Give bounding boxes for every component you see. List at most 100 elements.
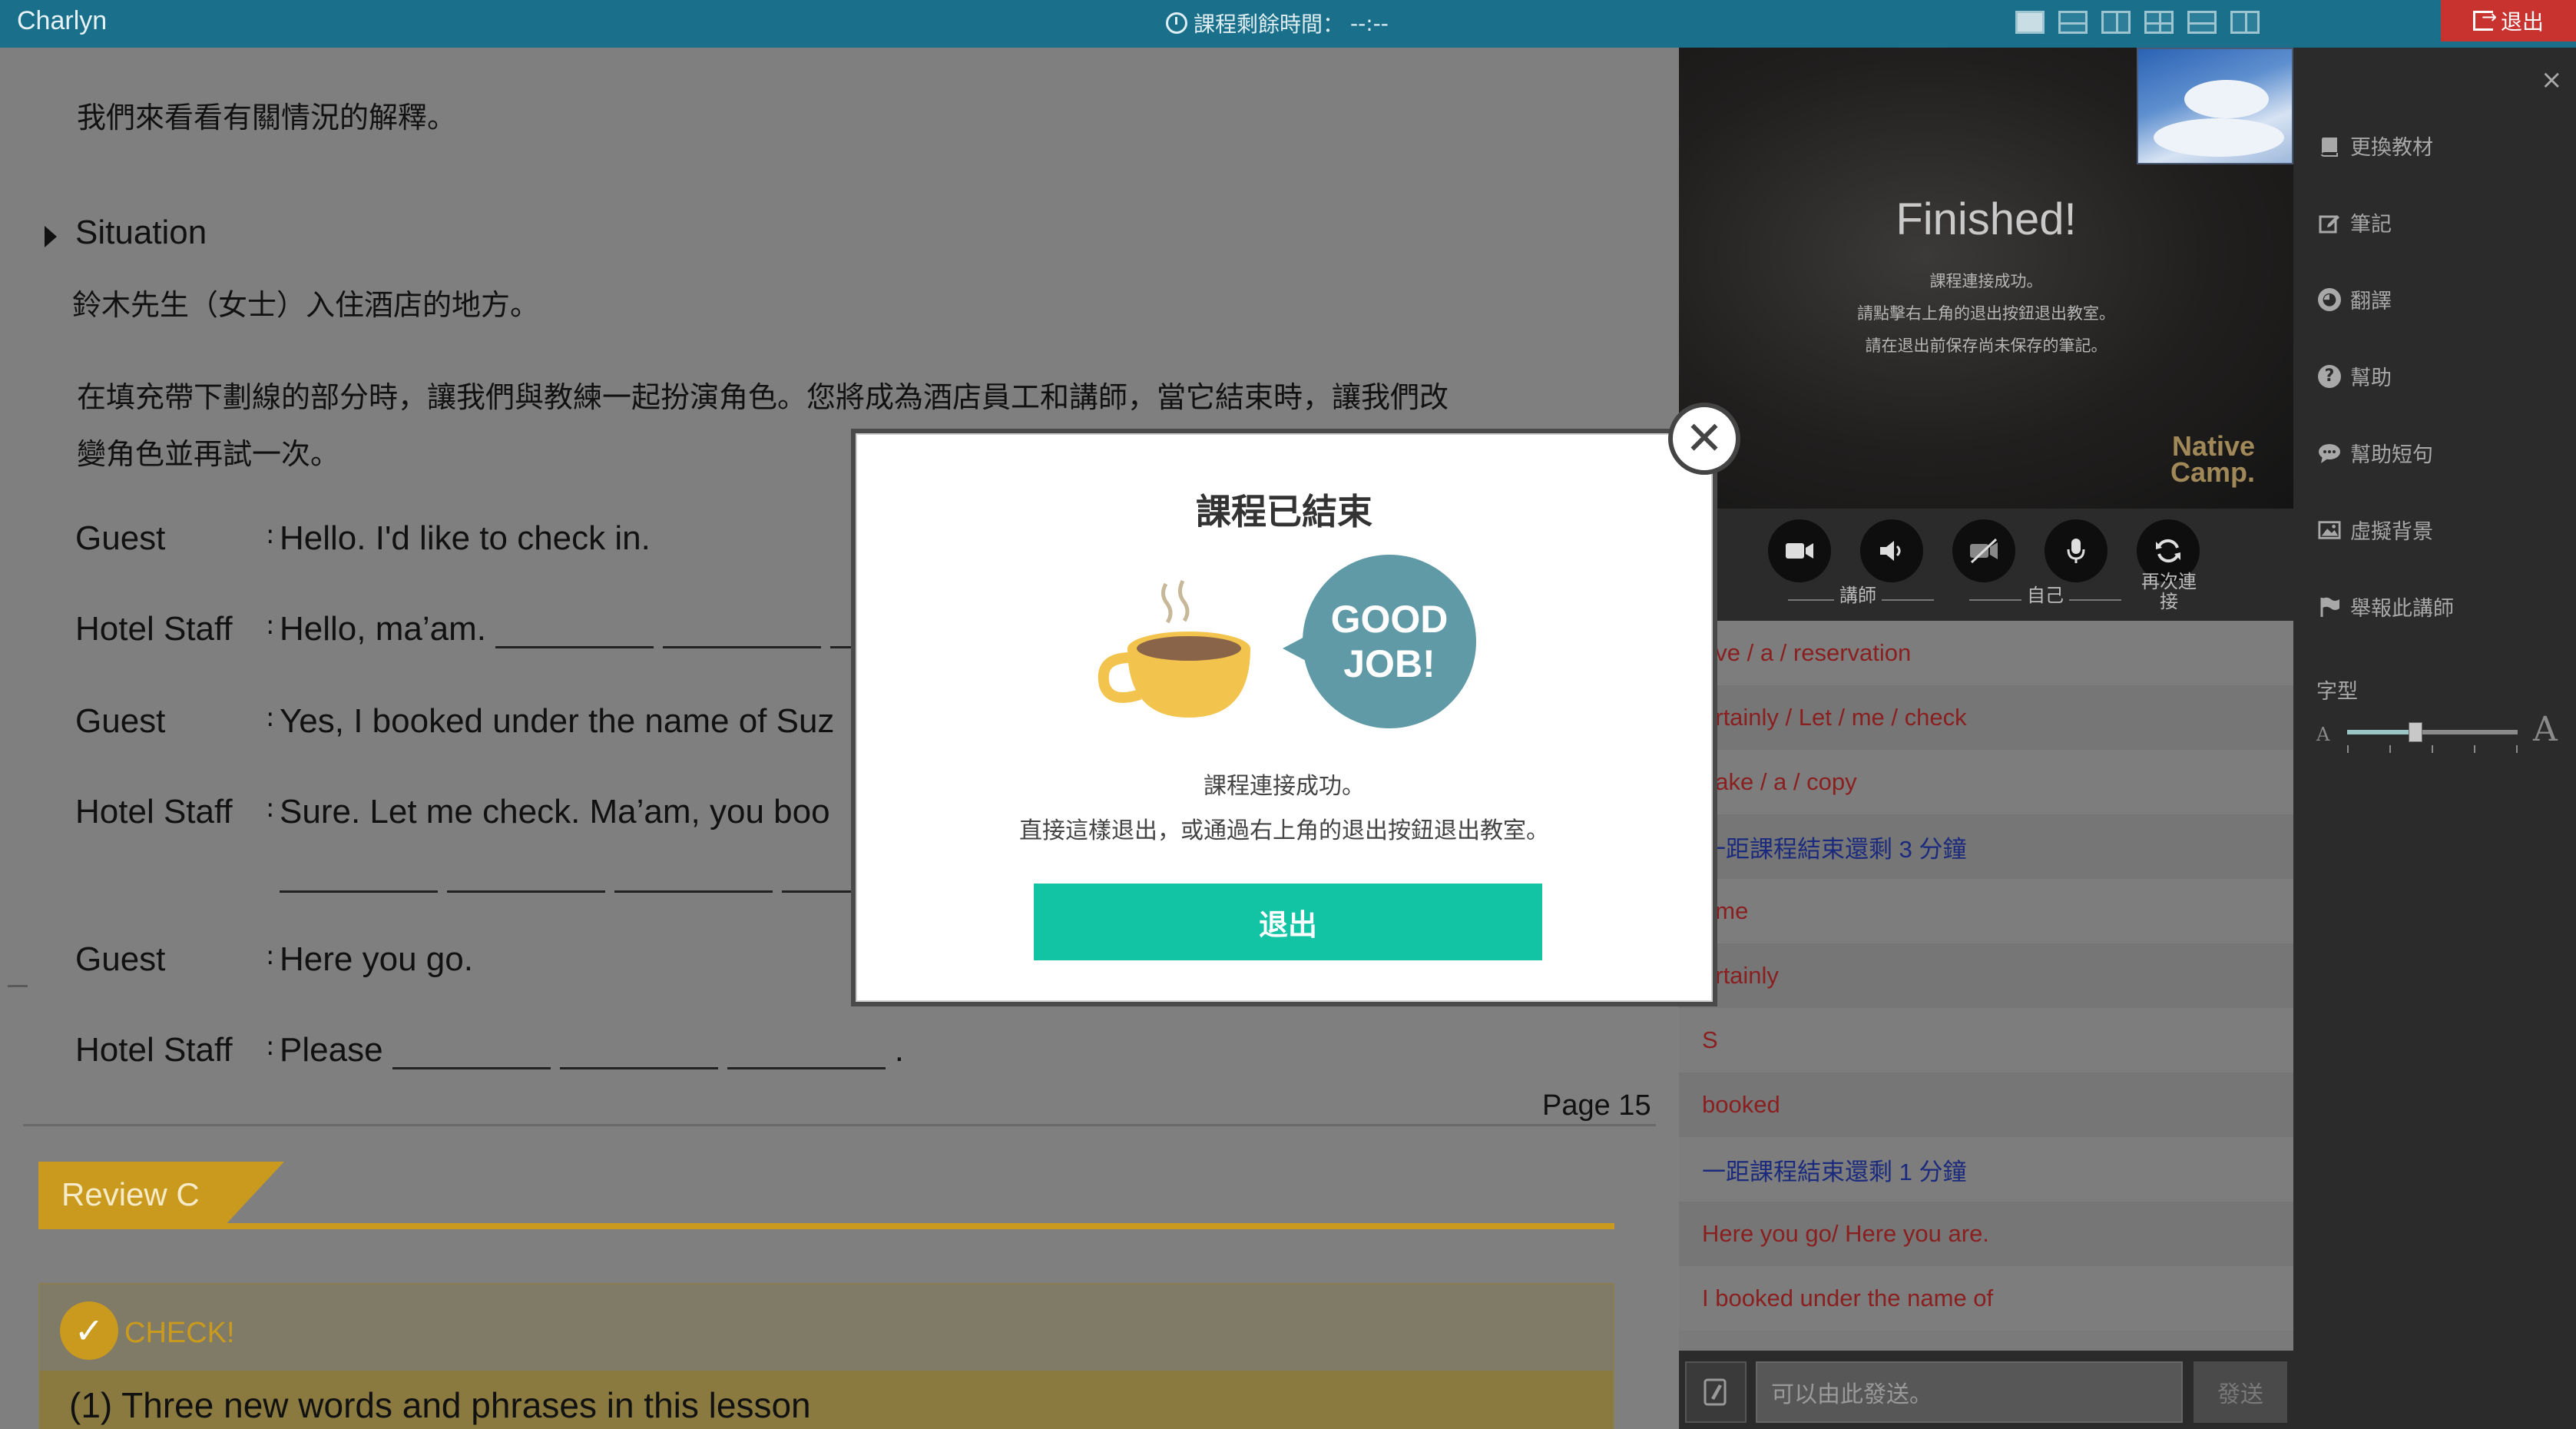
chat-message: ave / a / reservation: [1679, 621, 2293, 685]
chat-message: S: [1679, 1008, 2293, 1073]
layout-grid-icon[interactable]: [2144, 11, 2174, 34]
close-icon[interactable]: ×: [2541, 65, 2563, 95]
dialogue-line: Please .: [280, 1031, 905, 1069]
tools-sidebar: × 更換教材 筆記 ◕ 翻譯 ? 幫助 幫助短句 虛擬背景 舉報此講師 字型 A…: [2293, 48, 2576, 1429]
dialogue-line: Sure. Let me check. Ma’am, you boo: [280, 793, 830, 831]
layout-single-icon[interactable]: [2015, 11, 2045, 34]
chat-input[interactable]: 可以由此發送。: [1756, 1361, 2183, 1423]
self-label: 自己: [2027, 585, 2064, 606]
answer-blank: [727, 1040, 886, 1069]
dialogue-speaker: Guest: [75, 519, 166, 557]
dialogue-line-text: Please: [280, 1031, 383, 1069]
dialogue-speaker: Guest: [75, 940, 166, 978]
font-size-slider-fill: [2347, 730, 2415, 734]
layout-columns-icon[interactable]: [2230, 11, 2260, 34]
divider-line: [1788, 599, 1834, 601]
sidebar-item-translate[interactable]: ◕ 翻譯: [2318, 284, 2392, 314]
close-dialog-icon[interactable]: ✕: [1668, 403, 1740, 475]
send-button[interactable]: 發送: [2194, 1361, 2287, 1423]
answer-blank: [392, 1040, 551, 1069]
layout-split-vertical-icon[interactable]: [2101, 11, 2131, 34]
chat-message: ertainly / Let / me / check: [1679, 685, 2293, 750]
chat-message: nake / a / copy: [1679, 750, 2293, 814]
divider-line: [1882, 599, 1934, 601]
lesson-timer: 課程剩餘時間： --:--: [1166, 8, 1389, 38]
cloud-shape: [2184, 80, 2269, 118]
review-tab: Review C: [38, 1162, 284, 1228]
collapse-arrow-icon[interactable]: [45, 226, 57, 247]
sidebar-item-report-teacher[interactable]: 舉報此講師: [2318, 592, 2454, 622]
answer-blank: [280, 864, 438, 893]
chat-input-bar: 可以由此發送。 發送: [1679, 1351, 2293, 1429]
dialogue-speaker: Hotel Staff: [75, 793, 233, 831]
answer-blank: [614, 864, 773, 893]
font-size-large-a: A: [2533, 710, 2558, 749]
self-video-preview[interactable]: [2137, 48, 2293, 164]
finished-line-1: 課程連接成功。: [1929, 272, 2043, 290]
call-controls: 講師 自己 再次連接: [1679, 509, 2293, 621]
chat-message: Here you go/ Here you are.: [1679, 1202, 2293, 1266]
speaker-icon[interactable]: [1860, 519, 1923, 582]
slider-tick: [2516, 745, 2518, 753]
dialogue-speaker: Hotel Staff: [75, 1031, 233, 1069]
dialogue-speaker: Hotel Staff: [75, 610, 233, 648]
app-name: Charlyn: [17, 6, 108, 35]
dialog-message-1: 課程連接成功。: [1204, 773, 1365, 800]
dialogue-line: Here you go.: [280, 940, 473, 978]
sidebar-item-help-phrases[interactable]: 幫助短句: [2318, 438, 2433, 468]
lesson-ended-dialog: 課程已結束 GOOD JOB! 課程連接成功。 直接這樣退出，或通過右上角的退出按…: [851, 429, 1717, 1006]
dialog-message-2: 直接這樣退出，或通過右上角的退出按鈕退出教室。: [1019, 817, 1549, 844]
camera-icon[interactable]: [1768, 519, 1831, 582]
font-size-slider[interactable]: [2347, 722, 2518, 753]
cloud-shape: [2154, 118, 2284, 157]
chat-message: I booked under the name of: [1679, 1266, 2293, 1331]
font-size-small-a: A: [2316, 724, 2330, 745]
dialogue-line: Yes, I booked under the name of Suz: [280, 702, 835, 740]
dialogue-line: Hello. I'd like to check in.: [280, 519, 651, 557]
dialog-exit-button[interactable]: 退出: [1034, 884, 1542, 960]
divider-line: [2069, 599, 2121, 601]
sidebar-item-change-material[interactable]: 更換教材: [2318, 131, 2433, 161]
edit-icon: [2318, 211, 2341, 234]
situation-heading[interactable]: Situation: [75, 214, 207, 252]
dialogue-colon: :: [266, 610, 275, 641]
check-section: ✓ CHECK! (1) Three new words and phrases…: [38, 1283, 1614, 1429]
instruction-line-2: 變角色並再試一次。: [77, 437, 340, 471]
check-label: CHECK!: [124, 1317, 235, 1349]
dialogue-colon: :: [266, 1031, 275, 1062]
dialogue-colon: :: [266, 519, 275, 550]
answer-blank: [559, 1040, 718, 1069]
answer-blank-row: [280, 854, 949, 893]
sidebar-item-help[interactable]: ? 幫助: [2318, 361, 2392, 391]
clock-icon: [1166, 12, 1187, 34]
dialogue-colon: :: [266, 702, 275, 733]
attach-icon[interactable]: [1685, 1361, 1747, 1423]
layout-text-icon[interactable]: [2187, 11, 2217, 34]
globe-icon: ◕: [2318, 287, 2341, 311]
slider-tick: [2389, 745, 2391, 753]
slider-tick: [2474, 745, 2475, 753]
font-size-label: 字型: [2316, 680, 2358, 704]
review-underline: [38, 1223, 1614, 1229]
sidebar-item-virtual-background[interactable]: 虛擬背景: [2318, 515, 2433, 545]
top-bar: Charlyn 課程剩餘時間： --:-- 退出: [0, 0, 2576, 48]
teacher-label: 講師: [1839, 585, 1876, 606]
slider-tick: [2347, 745, 2349, 753]
camera-off-icon[interactable]: [1952, 519, 2015, 582]
layout-split-horizontal-icon[interactable]: [2058, 11, 2088, 34]
page-number: Page 15: [1542, 1089, 1651, 1122]
chat-panel[interactable]: ave / a / reservation ertainly / Let / m…: [1679, 621, 2293, 1351]
chat-bubble-icon: [2318, 442, 2341, 465]
slider-tick: [2432, 745, 2433, 753]
sidebar-item-notes[interactable]: 筆記: [2318, 207, 2392, 237]
book-icon: [2318, 134, 2341, 157]
microphone-icon[interactable]: [2045, 519, 2107, 582]
dialogue-colon: :: [266, 793, 275, 824]
layout-switcher: [2015, 11, 2260, 34]
dialogue-colon: :: [266, 940, 275, 971]
exit-button-top[interactable]: 退出: [2441, 0, 2576, 41]
reconnect-label: 再次連接: [2141, 571, 2197, 612]
exit-door-icon: [2472, 6, 2497, 31]
font-size-slider-thumb[interactable]: [2408, 722, 2422, 742]
page-divider: [23, 1124, 1656, 1126]
